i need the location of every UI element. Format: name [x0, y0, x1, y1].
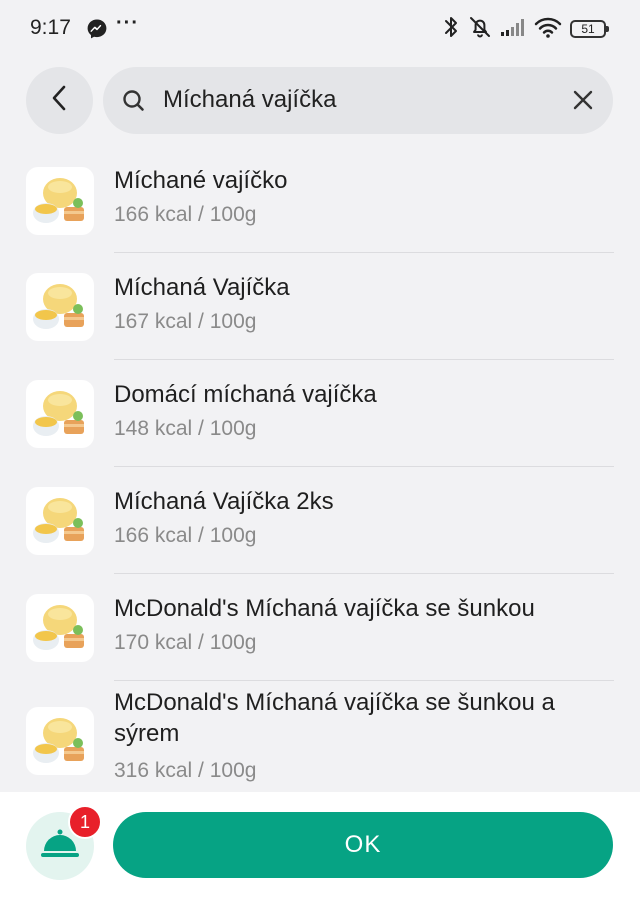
- food-kcal: 148 kcal / 100g: [114, 417, 257, 440]
- list-item[interactable]: Míchané vajíčko 166 kcal / 100g: [0, 145, 640, 253]
- search-input[interactable]: Míchaná vajíčka: [103, 67, 613, 134]
- bell-muted-icon: [468, 15, 492, 44]
- chevron-left-icon: [48, 84, 72, 117]
- food-title: McDonald's Míchaná vajíčka se šunkou: [114, 595, 535, 622]
- close-icon[interactable]: [571, 88, 595, 112]
- search-query[interactable]: Míchaná vajíčka: [163, 86, 336, 114]
- bluetooth-icon: [442, 15, 460, 44]
- food-title: Míchané vajíčko: [114, 167, 288, 194]
- list-item[interactable]: Míchaná Vajíčka 167 kcal / 100g: [0, 253, 640, 360]
- bottom-bar: 1 OK: [0, 792, 640, 913]
- food-thumbnail: [26, 594, 94, 662]
- signal-icon: [500, 17, 526, 42]
- list-item[interactable]: McDonald's Míchaná vajíčka se šunkou 170…: [0, 574, 640, 681]
- battery-icon: 51: [570, 20, 609, 38]
- list-item[interactable]: Míchaná Vajíčka 2ks 166 kcal / 100g: [0, 467, 640, 574]
- food-title: Domácí míchaná vajíčka: [114, 381, 377, 408]
- food-kcal: 166 kcal / 100g: [114, 203, 257, 226]
- food-thumbnail: [26, 707, 94, 775]
- status-icons: 51: [442, 14, 609, 44]
- back-button[interactable]: [26, 67, 93, 134]
- cart-count-badge: 1: [68, 805, 102, 839]
- food-kcal: 167 kcal / 100g: [114, 310, 257, 333]
- list-item[interactable]: McDonald's Míchaná vajíčka se šunkou a s…: [0, 681, 640, 791]
- food-thumbnail: [26, 273, 94, 341]
- search-icon: [121, 88, 147, 114]
- status-bar: 9:17 ··· 51: [0, 0, 640, 58]
- result-list: Míchané vajíčko 166 kcal / 100g Míchaná …: [0, 145, 640, 791]
- food-kcal: 316 kcal / 100g: [114, 759, 257, 782]
- food-kcal: 166 kcal / 100g: [114, 524, 257, 547]
- status-time: 9:17: [30, 16, 71, 39]
- food-title: McDonald's Míchaná vajíčka se šunkou a s…: [114, 689, 555, 747]
- ok-button[interactable]: OK: [113, 812, 613, 878]
- food-thumbnail: [26, 167, 94, 235]
- messenger-icon: [86, 18, 108, 40]
- food-thumbnail: [26, 380, 94, 448]
- wifi-icon: [534, 16, 562, 43]
- food-kcal: 170 kcal / 100g: [114, 631, 257, 654]
- food-title: Míchaná Vajíčka: [114, 274, 290, 301]
- list-item[interactable]: Domácí míchaná vajíčka 148 kcal / 100g: [0, 360, 640, 467]
- food-thumbnail: [26, 487, 94, 555]
- more-icon: ···: [116, 12, 139, 34]
- food-title: Míchaná Vajíčka 2ks: [114, 488, 334, 515]
